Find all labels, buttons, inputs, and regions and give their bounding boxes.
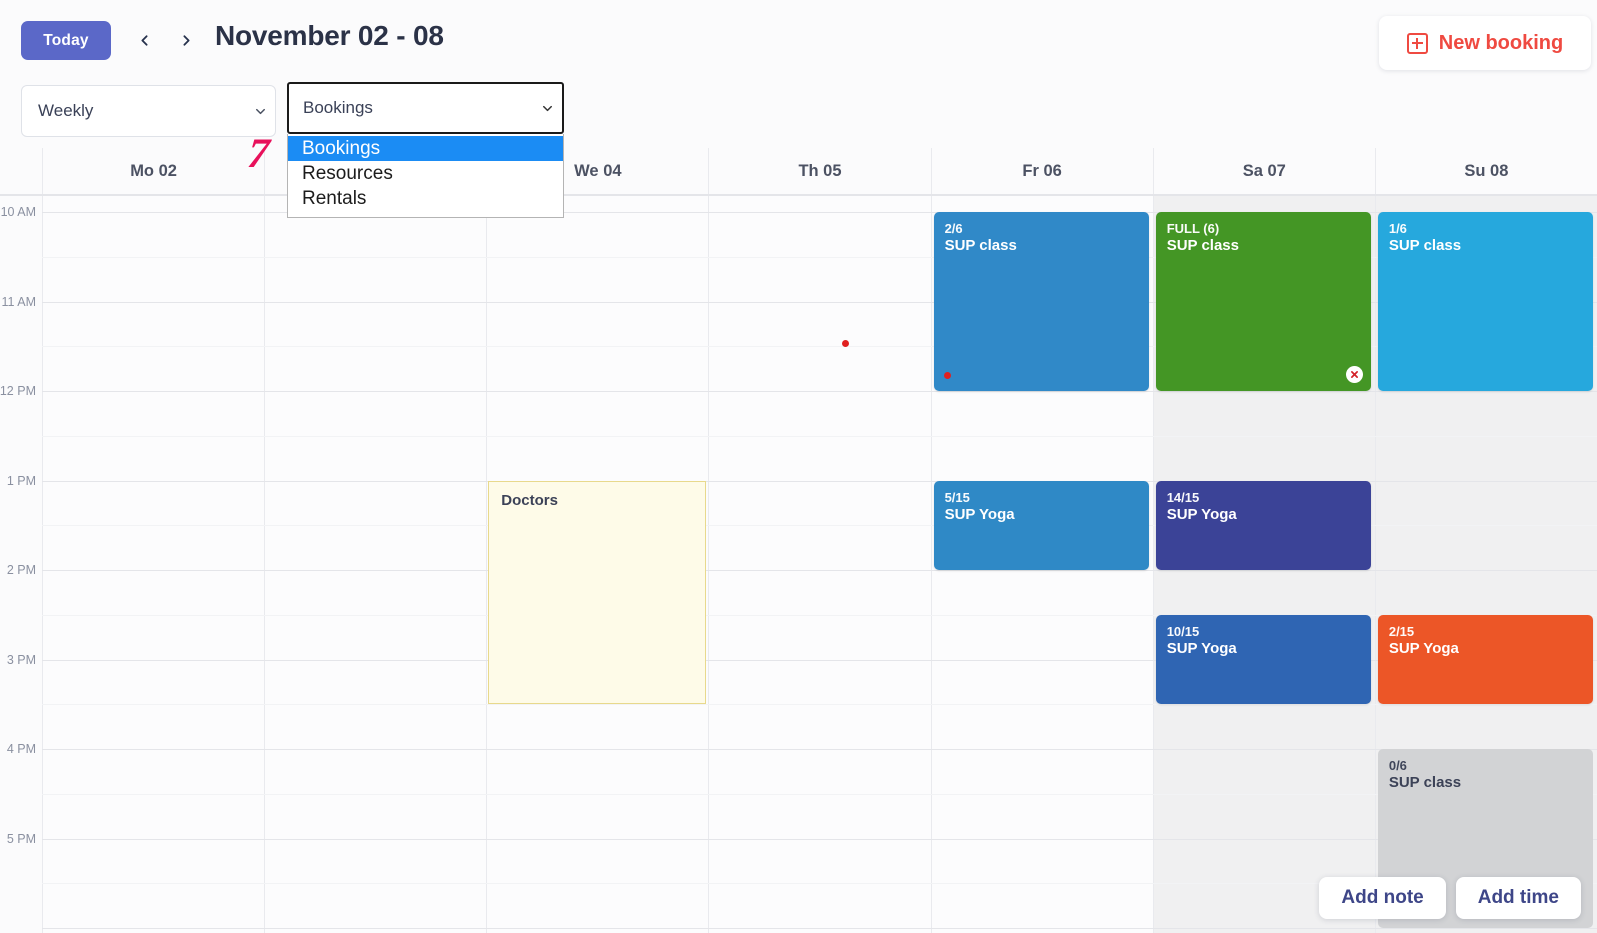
event-title: SUP class [944, 237, 1017, 255]
view-mode-select[interactable]: Weekly [21, 85, 276, 137]
top-bar: Today November 02 - 08 New booking [0, 0, 1597, 80]
next-week-button[interactable] [170, 24, 202, 56]
hour-label: 1 PM [6, 473, 36, 488]
event-title: SUP class [1388, 774, 1462, 792]
event-title: SUP class [1388, 237, 1462, 255]
calendar-event[interactable]: 10/15 SUP Yoga [1155, 614, 1371, 705]
new-booking-label: New booking [1438, 31, 1564, 54]
booking-kind-option-resources[interactable]: Resources [288, 161, 563, 186]
calendar-event[interactable]: 2/6 SUP class [933, 212, 1149, 391]
chevron-right-icon [182, 34, 190, 46]
calendar-event[interactable]: 14/15 SUP Yoga [1155, 480, 1371, 570]
date-range-title: November 02 - 08 [215, 20, 444, 51]
day-header-th-05: Th 05 [708, 148, 930, 195]
chevron-down-icon [532, 101, 562, 116]
booking-kind-option-bookings[interactable]: Bookings [288, 136, 563, 161]
time-gutter: 10 AM 11 AM 12 PM 1 PM 2 PM 3 PM 4 PM 5 PM [0, 196, 42, 933]
event-capacity: 14/15 [1166, 489, 1200, 505]
event-capacity: 0/6 [1388, 758, 1407, 773]
day-header-su-08: Su 08 [1374, 148, 1597, 195]
new-booking-button[interactable]: New booking [1379, 16, 1591, 70]
previous-week-button[interactable] [128, 24, 160, 56]
unavailability-dot [841, 339, 849, 347]
calendar-grid[interactable]: Doctors 2/6 SUP class FULL (6) SUP class 1/6 S… [42, 196, 1597, 933]
note-event[interactable]: Doctors [488, 480, 707, 705]
day-header-fr-06: Fr 06 [930, 148, 1153, 195]
hour-label: 3 PM [6, 652, 36, 667]
half-hour-gridline [42, 793, 1597, 795]
event-title: SUP Yoga [1388, 640, 1459, 657]
hour-gridline [42, 928, 1597, 929]
event-title: SUP Yoga [1166, 505, 1237, 523]
calendar-day-headers: Mo 02Tu 03We 04Th 05Fr 06Sa 07Su 08 [0, 148, 1597, 195]
event-title: SUP Yoga [944, 505, 1015, 523]
event-alert-dot [943, 372, 951, 379]
day-header-sa-07: Sa 07 [1152, 148, 1375, 195]
booking-kind-option-rentals[interactable]: Rentals [288, 186, 563, 211]
chevron-left-icon [140, 34, 148, 46]
day-header-mo-02: Mo 02 [42, 148, 264, 195]
calendar: Mo 02Tu 03We 04Th 05Fr 06Sa 07Su 08 10 A… [0, 148, 1597, 933]
add-time-button[interactable]: Add time [1455, 877, 1581, 919]
hour-label: 10 AM [0, 205, 36, 219]
booking-kind-select[interactable]: Bookings [287, 82, 564, 134]
day-column-mo-02[interactable] [42, 196, 264, 933]
half-hour-gridline [42, 704, 1597, 706]
event-capacity: 2/6 [944, 221, 963, 236]
calendar-event[interactable]: FULL (6) SUP class [1155, 212, 1371, 391]
hour-gridline [42, 838, 1597, 840]
cancel-event-icon[interactable] [1345, 366, 1363, 383]
add-note-button[interactable]: Add note [1319, 877, 1446, 919]
event-capacity: 1/6 [1388, 221, 1407, 236]
event-capacity: 2/15 [1388, 623, 1415, 639]
calendar-app: Today November 02 - 08 New booking Weekl… [0, 0, 1597, 933]
hour-label: 5 PM [6, 831, 36, 846]
calendar-event[interactable]: 5/15 SUP Yoga [933, 480, 1149, 570]
event-title: SUP Yoga [1166, 640, 1237, 657]
control-bar: Weekly Bookings Bookings Resources Rentals… [0, 80, 1597, 218]
hour-gridline [42, 570, 1597, 571]
calendar-body[interactable]: 10 AM 11 AM 12 PM 1 PM 2 PM 3 PM 4 PM 5 PM Doct… [0, 196, 1597, 933]
hour-label: 12 PM [0, 384, 36, 398]
hour-gridline [42, 391, 1597, 392]
hour-label: 11 AM [1, 294, 36, 309]
half-hour-gridline [42, 435, 1597, 437]
calendar-event[interactable]: 2/15 SUP Yoga [1377, 614, 1593, 705]
chevron-down-icon [245, 104, 275, 119]
booking-kind-value: Bookings [303, 98, 373, 117]
event-capacity: FULL (6) [1166, 221, 1220, 236]
hour-label: 4 PM [6, 742, 36, 756]
event-title: SUP class [1166, 237, 1239, 255]
event-capacity: 10/15 [1166, 623, 1200, 639]
plus-square-icon [1406, 32, 1428, 54]
hour-label: 2 PM [6, 563, 36, 577]
event-capacity: 5/15 [944, 489, 970, 505]
calendar-event[interactable]: 1/6 SUP class [1377, 212, 1593, 391]
bottom-action-buttons: Add note Add time [1319, 877, 1581, 919]
day-column-tu-03[interactable] [264, 196, 486, 933]
view-mode-value: Weekly [38, 101, 94, 120]
today-button[interactable]: Today [21, 21, 111, 60]
booking-kind-dropdown-list[interactable]: Bookings Resources Rentals [287, 134, 564, 218]
day-column-th-05[interactable] [708, 196, 930, 933]
note-event-title: Doctors [501, 491, 558, 509]
hour-gridline [42, 749, 1597, 750]
